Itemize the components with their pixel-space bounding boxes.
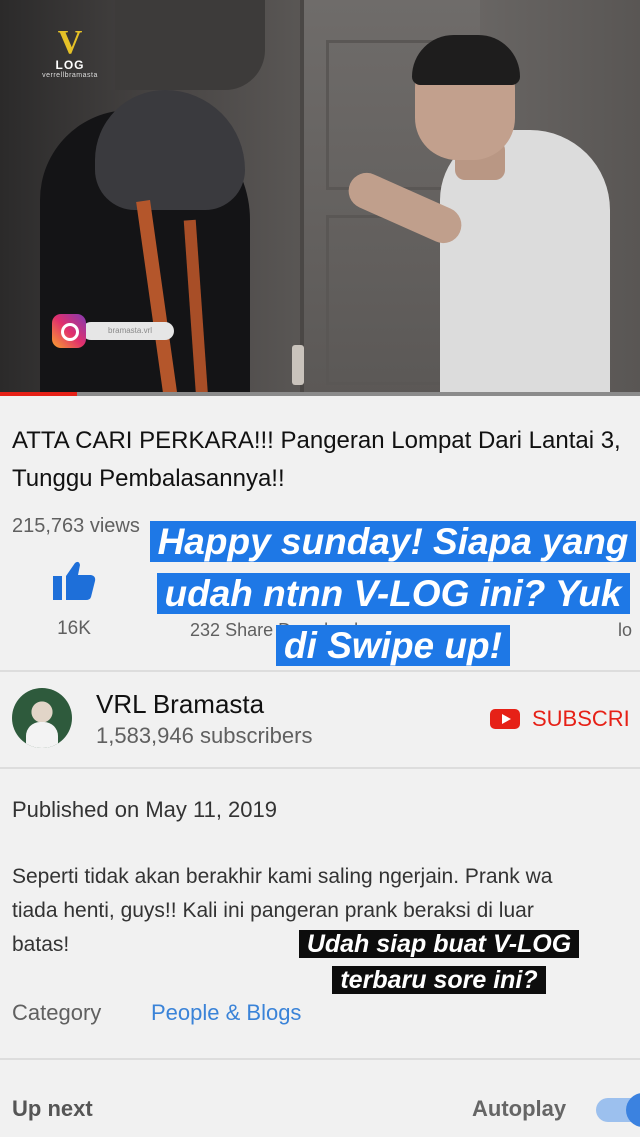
like-button[interactable]: 16K bbox=[46, 560, 102, 640]
video-scene-door-handle bbox=[292, 345, 304, 385]
divider bbox=[0, 1058, 640, 1060]
thumbs-up-icon bbox=[53, 561, 96, 600]
autoplay-label: Autoplay bbox=[472, 1096, 567, 1121]
up-next-heading: Up next bbox=[12, 1096, 93, 1121]
video-progress-bar[interactable] bbox=[0, 392, 640, 396]
video-scene-shadow bbox=[115, 0, 265, 90]
subscribe-button[interactable]: SUBSCRI bbox=[490, 704, 630, 734]
instagram-badge: bramasta.vrl bbox=[52, 314, 174, 348]
story-screen: V LOG verrellbramasta bramasta.vrl ATTA … bbox=[0, 0, 640, 1137]
publish-date: Published on May 11, 2019 bbox=[12, 797, 277, 822]
video-title: ATTA CARI PERKARA!!! Pangeran Lompat Dar… bbox=[12, 427, 621, 492]
subscriber-count: 1,583,946 subscribers bbox=[96, 723, 313, 748]
instagram-icon bbox=[52, 314, 86, 348]
vlog-logo: V LOG verrellbramasta bbox=[42, 24, 98, 80]
channel-name[interactable]: VRL Bramasta bbox=[96, 689, 264, 720]
channel-avatar[interactable] bbox=[12, 688, 72, 748]
view-count: 215,763 views bbox=[12, 515, 140, 537]
story-caption-blue: Happy sunday! Siapa yang udah ntnn V-LOG… bbox=[146, 516, 640, 672]
category-label: Category bbox=[12, 1000, 102, 1025]
like-count: 16K bbox=[57, 618, 91, 639]
video-scene-person-left bbox=[40, 90, 250, 396]
story-caption-black: Udah siap buat V-LOG terbaru sore ini? bbox=[272, 926, 606, 998]
video-player[interactable]: V LOG verrellbramasta bramasta.vrl bbox=[0, 0, 640, 396]
divider bbox=[0, 767, 640, 769]
subscribe-label: SUBSCRI bbox=[532, 706, 630, 731]
instagram-handle: bramasta.vrl bbox=[82, 322, 174, 340]
video-progress-fill bbox=[0, 392, 77, 396]
category-link[interactable]: People & Blogs bbox=[151, 1000, 301, 1026]
youtube-play-icon bbox=[490, 709, 520, 729]
